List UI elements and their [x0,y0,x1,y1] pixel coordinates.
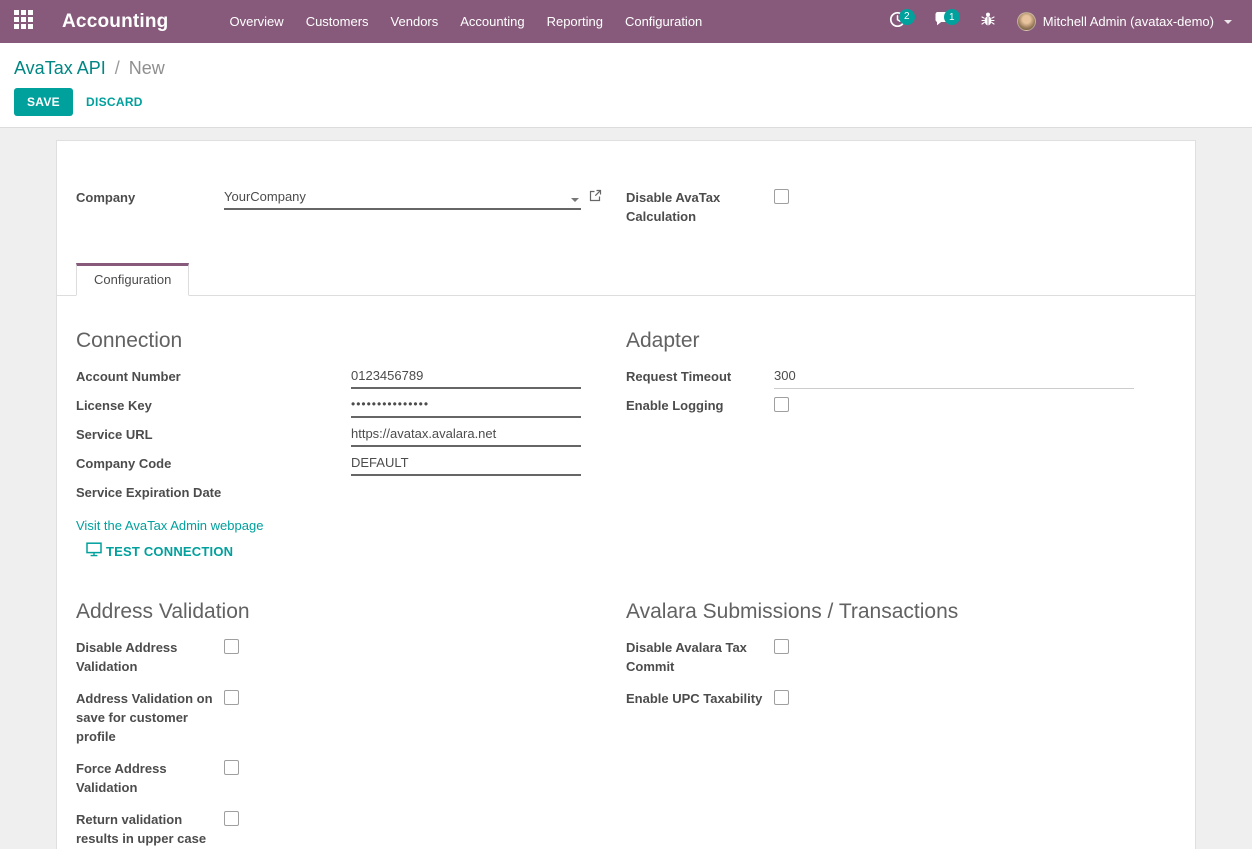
control-panel: AvaTax API / New SAVE DISCARD [0,43,1252,128]
address-validation-section: Address Validation Disable Address Valid… [76,600,626,849]
chevron-down-icon [1224,20,1232,24]
enable-logging-checkbox[interactable] [774,397,789,412]
enable-upc-taxability-row: Enable UPC Taxability [626,688,1176,708]
top-field-group: Company YourCompany [76,187,1176,226]
avalara-submissions-section: Avalara Submissions / Transactions Disab… [626,600,1176,849]
disable-tax-commit-label: Disable Avalara Tax Commit [626,637,774,676]
breadcrumb-current: New [129,58,165,78]
uppercase-results-row: Return validation results in upper case [76,809,626,848]
top-navbar: Accounting Overview Customers Vendors Ac… [0,0,1252,43]
test-connection-label: TEST CONNECTION [106,544,233,559]
user-menu-button[interactable]: Mitchell Admin (avatax-demo) [1013,12,1236,31]
service-expiration-label: Service Expiration Date [76,482,351,502]
adapter-title: Adapter [626,329,1176,353]
address-validation-title: Address Validation [76,600,626,624]
enable-upc-taxability-checkbox[interactable] [774,690,789,705]
monitor-icon [86,542,102,560]
disable-avatax-row: Disable AvaTax Calculation [626,187,1176,226]
company-label: Company [76,187,224,207]
avatax-admin-webpage-link[interactable]: Visit the AvaTax Admin webpage [76,516,263,535]
breadcrumb-separator: / [111,58,124,78]
disable-tax-commit-row: Disable Avalara Tax Commit [626,637,1176,676]
save-button[interactable]: SAVE [14,88,73,116]
service-expiration-row: Service Expiration Date [76,482,626,511]
dropdown-caret-icon [571,198,579,202]
test-connection-button[interactable]: TEST CONNECTION [86,542,233,560]
form-sheet: Company YourCompany [56,140,1196,849]
license-key-row: License Key ••••••••••••••• [76,395,626,424]
service-url-row: Service URL https://avatax.avalara.net [76,424,626,453]
company-code-input[interactable]: DEFAULT [351,453,581,476]
disable-address-validation-label: Disable Address Validation [76,637,224,676]
force-address-validation-row: Force Address Validation [76,758,626,797]
validation-on-save-checkbox[interactable] [224,690,239,705]
menu-item-accounting[interactable]: Accounting [449,0,535,43]
notebook-tabs: Configuration [57,263,1195,296]
enable-logging-label: Enable Logging [626,395,774,415]
breadcrumb-parent-link[interactable]: AvaTax API [14,58,106,78]
disable-address-validation-checkbox[interactable] [224,639,239,654]
bug-icon [981,11,995,32]
request-timeout-row: Request Timeout 300 [626,366,1176,395]
breadcrumb: AvaTax API / New [14,56,1236,80]
account-number-label: Account Number [76,366,351,386]
menu-item-reporting[interactable]: Reporting [536,0,614,43]
menu-item-customers[interactable]: Customers [295,0,380,43]
activity-menu-button[interactable]: 2 [879,7,916,37]
menu-item-overview[interactable]: Overview [219,0,295,43]
avalara-submissions-title: Avalara Submissions / Transactions [626,600,1176,624]
messages-badge: 1 [944,9,960,25]
systray: 2 1 Mitchell Admin (avatax-d [879,7,1236,37]
app-title[interactable]: Accounting [46,11,181,33]
content-area: Company YourCompany [0,140,1252,849]
validation-on-save-label: Address Validation on save for customer … [76,688,224,746]
validation-on-save-row: Address Validation on save for customer … [76,688,626,746]
main-menu: Overview Customers Vendors Accounting Re… [219,0,714,43]
license-key-input[interactable]: ••••••••••••••• [351,395,581,418]
disable-avatax-checkbox[interactable] [774,189,789,204]
adapter-section: Adapter Request Timeout 300 Enable Loggi… [626,329,1176,560]
apps-menu-button[interactable] [0,0,46,43]
debug-menu-button[interactable] [971,7,1005,36]
tab-configuration[interactable]: Configuration [76,263,189,296]
connection-section: Connection Account Number 0123456789 Lic… [76,329,626,560]
company-code-row: Company Code DEFAULT [76,453,626,482]
company-input[interactable]: YourCompany [224,187,581,210]
user-avatar [1017,12,1036,31]
company-code-label: Company Code [76,453,351,473]
force-address-validation-checkbox[interactable] [224,760,239,775]
messages-menu-button[interactable]: 1 [924,7,963,36]
activity-badge: 2 [899,9,915,25]
uppercase-results-label: Return validation results in upper case [76,809,224,848]
configuration-tab-page: Connection Account Number 0123456789 Lic… [57,296,1195,849]
service-url-input[interactable]: https://avatax.avalara.net [351,424,581,447]
discard-button[interactable]: DISCARD [73,88,156,116]
enable-upc-taxability-label: Enable UPC Taxability [626,688,774,708]
license-key-label: License Key [76,395,351,415]
enable-logging-row: Enable Logging [626,395,1176,424]
menu-item-vendors[interactable]: Vendors [380,0,450,43]
user-name: Mitchell Admin (avatax-demo) [1043,14,1214,29]
request-timeout-label: Request Timeout [626,366,774,386]
connection-title: Connection [76,329,626,353]
service-url-label: Service URL [76,424,351,444]
uppercase-results-checkbox[interactable] [224,811,239,826]
company-field-row: Company YourCompany [76,187,626,216]
account-number-row: Account Number 0123456789 [76,366,626,395]
company-value: YourCompany [224,187,306,206]
disable-address-validation-row: Disable Address Validation [76,637,626,676]
menu-item-configuration[interactable]: Configuration [614,0,713,43]
apps-grid-icon [13,9,34,35]
disable-avatax-label: Disable AvaTax Calculation [626,187,774,226]
request-timeout-input[interactable]: 300 [774,366,1134,389]
account-number-input[interactable]: 0123456789 [351,366,581,389]
external-link-icon[interactable] [589,189,602,207]
force-address-validation-label: Force Address Validation [76,758,224,797]
disable-tax-commit-checkbox[interactable] [774,639,789,654]
